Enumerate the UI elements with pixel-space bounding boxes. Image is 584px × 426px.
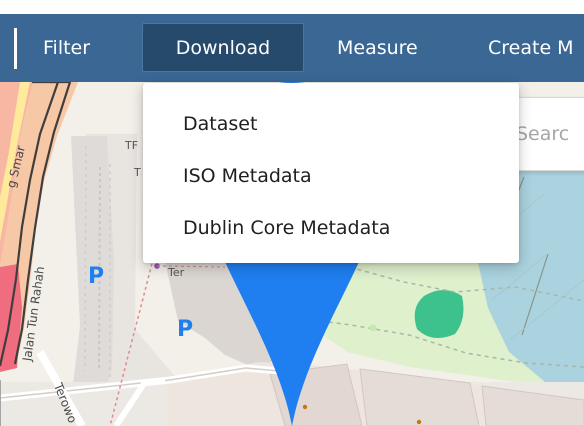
filter-tab[interactable]: Filter	[43, 23, 90, 72]
create-map-tab[interactable]: Create M	[488, 23, 574, 72]
toolbar-divider	[14, 28, 17, 69]
menu-item-dataset[interactable]: Dataset	[143, 98, 519, 150]
main-toolbar: Filter Download Measure Create M	[0, 14, 584, 82]
download-tab[interactable]: Download	[142, 23, 304, 72]
app-frame: Filter Download Measure Create M P P g S…	[0, 0, 584, 426]
menu-item-dublin-core-metadata[interactable]: Dublin Core Metadata	[143, 202, 519, 254]
measure-tab[interactable]: Measure	[337, 23, 418, 72]
menu-item-iso-metadata[interactable]: ISO Metadata	[143, 150, 519, 202]
download-dropdown-menu: Dataset ISO Metadata Dublin Core Metadat…	[143, 83, 519, 263]
